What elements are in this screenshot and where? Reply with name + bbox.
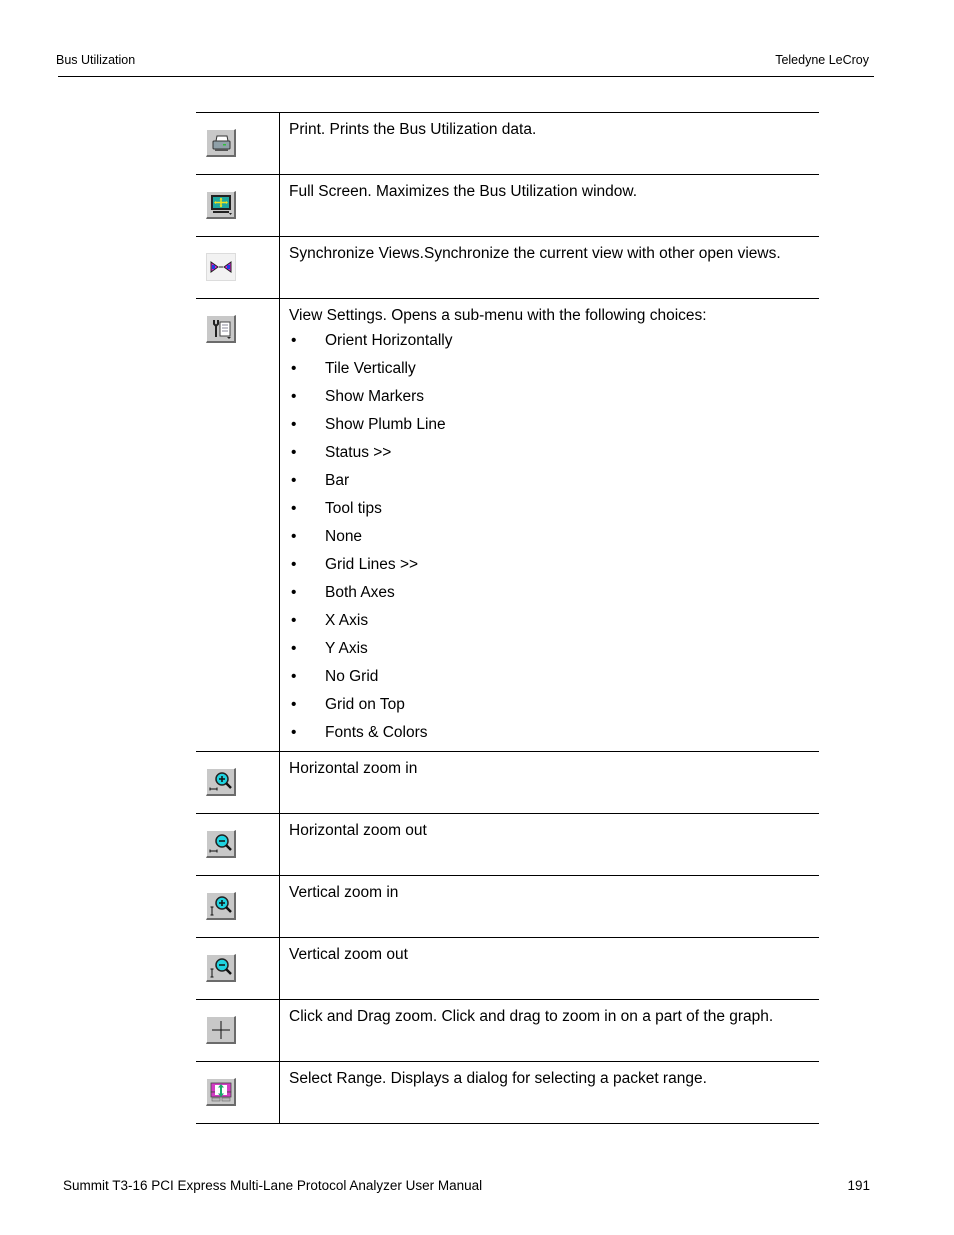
table-row: Full Screen. Maximizes the Bus Utilizati…: [196, 174, 819, 237]
choice-label: Show Markers: [325, 388, 425, 405]
running-header-section: Bus Utilization: [56, 53, 136, 67]
toolbar-icon-table: Print. Prints the Bus Utilization data. …: [196, 112, 819, 1124]
synchronize-views-icon: [206, 253, 236, 281]
description-cell: Horizontal zoom in: [279, 751, 819, 814]
table-row: Select Range. Displays a dialog for sele…: [196, 1061, 819, 1124]
list-item: • Tool tips: [289, 495, 811, 523]
icon-cell: [196, 875, 280, 938]
view-settings-icon: [206, 315, 236, 343]
table-row: View Settings. Opens a sub-menu with the…: [196, 298, 819, 752]
bullet: •: [291, 416, 297, 433]
list-item: • Grid Lines >>: [289, 551, 811, 579]
table-row: Vertical zoom out: [196, 937, 819, 1000]
description-cell: Vertical zoom out: [279, 937, 819, 1000]
bullet: •: [291, 640, 297, 657]
list-item: • X Axis: [289, 607, 811, 635]
page-number: 191: [847, 1178, 870, 1193]
printer-icon: [206, 129, 236, 157]
icon-cell: [196, 937, 280, 1000]
icon-cell: [196, 751, 280, 814]
table-row: Vertical zoom in: [196, 875, 819, 938]
table-row: Horizontal zoom in: [196, 751, 819, 814]
running-header-company: Teledyne LeCroy: [775, 53, 869, 67]
list-item: • Fonts & Colors: [289, 719, 811, 747]
bullet: •: [291, 472, 297, 489]
bullet: •: [291, 668, 297, 685]
icon-cell: [196, 813, 280, 876]
vertical-zoom-in-icon: [206, 892, 236, 920]
list-item: • Grid on Top: [289, 691, 811, 719]
table-row: Click and Drag zoom. Click and drag to z…: [196, 999, 819, 1062]
choice-label: Bar: [325, 472, 350, 489]
choice-label: Grid Lines >>: [325, 556, 419, 573]
view-settings-intro: View Settings. Opens a sub-menu with the…: [289, 307, 707, 324]
bullet: •: [291, 360, 297, 377]
list-item: • Both Axes: [289, 579, 811, 607]
list-item: • No Grid: [289, 663, 811, 691]
list-item: • Show Plumb Line: [289, 411, 811, 439]
icon-cell: [196, 298, 280, 752]
description-cell: Horizontal zoom out: [279, 813, 819, 876]
table-row: Print. Prints the Bus Utilization data.: [196, 112, 819, 175]
icon-cell: [196, 1061, 280, 1124]
choice-label: Show Plumb Line: [325, 416, 446, 433]
choice-label: Grid on Top: [325, 696, 405, 713]
description-cell: Vertical zoom in: [279, 875, 819, 938]
full-screen-icon: [206, 191, 236, 219]
choice-label: Status >>: [325, 444, 392, 461]
table-row: Synchronize Views.Synchronize the curren…: [196, 236, 819, 299]
bullet: •: [291, 388, 297, 405]
view-settings-choices: • Orient Horizontally • Tile Vertically • S…: [289, 327, 811, 747]
choice-label: Tile Vertically: [325, 360, 416, 377]
footer-manual-title: Summit T3-16 PCI Express Multi-Lane Prot…: [63, 1178, 483, 1193]
list-item: • Show Markers: [289, 383, 811, 411]
bullet: •: [291, 696, 297, 713]
icon-cell: [196, 999, 280, 1062]
choice-label: Fonts & Colors: [325, 724, 428, 741]
description-cell: Click and Drag zoom. Click and drag to z…: [279, 999, 819, 1062]
icon-cell: [196, 174, 280, 237]
choice-label: Tool tips: [325, 500, 382, 517]
list-item: • Status >>: [289, 439, 811, 467]
horizontal-zoom-out-icon: [206, 830, 236, 858]
list-item: • Bar: [289, 467, 811, 495]
bullet: •: [291, 556, 297, 573]
description-cell: View Settings. Opens a sub-menu with the…: [279, 298, 819, 752]
icon-cell: [196, 112, 280, 175]
icon-cell: [196, 236, 280, 299]
table-row: Horizontal zoom out: [196, 813, 819, 876]
bullet: •: [291, 584, 297, 601]
bullet: •: [291, 500, 297, 517]
bullet: •: [291, 444, 297, 461]
choice-label: Orient Horizontally: [325, 332, 453, 349]
choice-label: Y Axis: [325, 640, 368, 657]
choice-label: X Axis: [325, 612, 369, 629]
list-item: • None: [289, 523, 811, 551]
list-item: • Orient Horizontally: [289, 327, 811, 355]
choice-label: None: [325, 528, 363, 545]
choice-label: No Grid: [325, 668, 379, 685]
horizontal-zoom-in-icon: [206, 768, 236, 796]
description-cell: Select Range. Displays a dialog for sele…: [279, 1061, 819, 1124]
click-drag-zoom-icon: [206, 1016, 236, 1044]
bullet: •: [291, 612, 297, 629]
list-item: • Tile Vertically: [289, 355, 811, 383]
select-range-icon: [206, 1078, 236, 1106]
description-cell: Full Screen. Maximizes the Bus Utilizati…: [279, 174, 819, 237]
vertical-zoom-out-icon: [206, 954, 236, 982]
description-cell: Print. Prints the Bus Utilization data.: [279, 112, 819, 175]
header-rule: [58, 76, 874, 77]
list-item: • Y Axis: [289, 635, 811, 663]
choice-label: Both Axes: [325, 584, 395, 601]
bullet: •: [291, 528, 297, 545]
bullet: •: [291, 724, 297, 741]
description-cell: Synchronize Views.Synchronize the curren…: [279, 236, 819, 299]
bullet: •: [291, 332, 297, 349]
